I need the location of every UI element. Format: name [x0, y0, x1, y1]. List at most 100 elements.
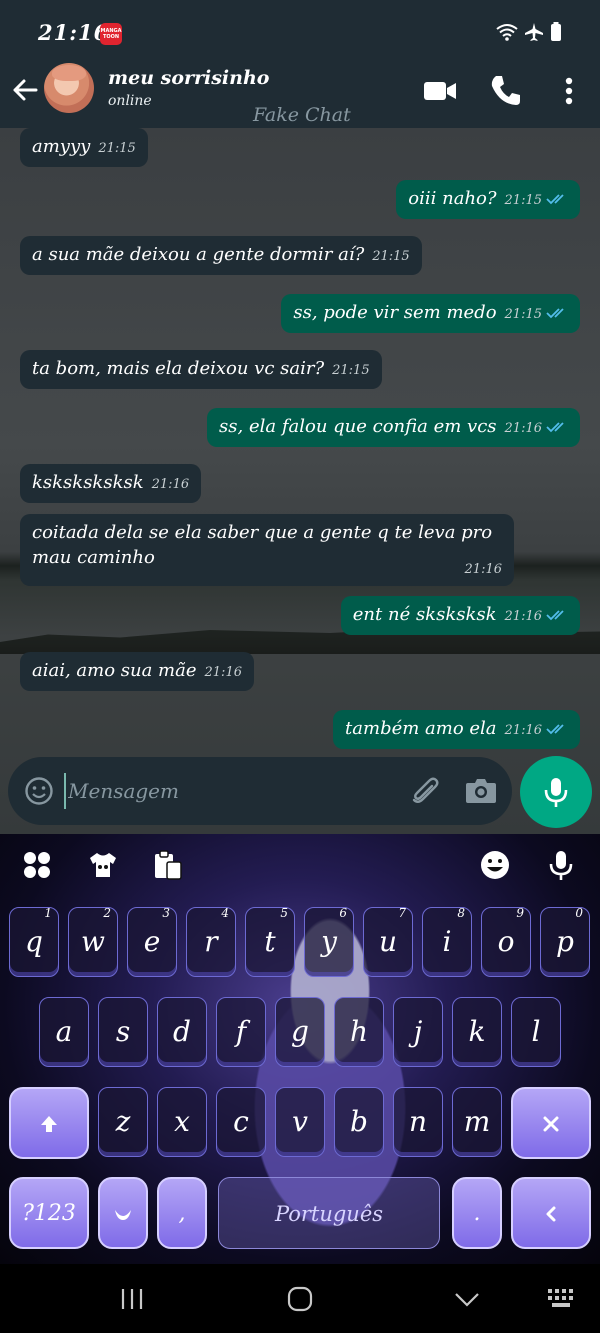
avatar[interactable] [44, 63, 94, 113]
key-m[interactable]: m [452, 1087, 502, 1157]
message-incoming[interactable]: aiai, amo sua mãe 21:16 [20, 652, 254, 691]
key-w[interactable]: 2w [68, 906, 118, 977]
key-d[interactable]: d [157, 997, 207, 1067]
space-bar[interactable]: Português [218, 1177, 440, 1249]
voice-message-button[interactable] [520, 756, 592, 828]
home-icon[interactable] [285, 1286, 315, 1312]
contact-name[interactable]: meu sorrisinho [108, 67, 269, 89]
keyboard-switch-icon[interactable] [546, 1286, 576, 1312]
key-y[interactable]: 6y [304, 906, 354, 977]
status-icons [496, 22, 562, 42]
enter-key[interactable] [511, 1177, 591, 1249]
paperclip-icon[interactable] [408, 774, 442, 808]
message-text: a sua mãe deixou a gente dormir aí? [32, 244, 365, 265]
app-badge-icon: MANGA TOON [100, 23, 122, 45]
message-text: também amo ela [345, 718, 497, 739]
message-incoming[interactable]: ta bom, mais ela deixou vc sair? 21:15 [20, 350, 382, 389]
contact-status: online [108, 93, 152, 109]
key-b[interactable]: b [334, 1087, 384, 1157]
backspace-icon [543, 1116, 559, 1132]
read-ticks-icon [546, 308, 564, 319]
message-text: coitada dela se ela saber que a gente q … [32, 522, 493, 568]
message-time: 21:16 [464, 562, 502, 577]
message-input[interactable] [64, 773, 384, 809]
message-outgoing[interactable]: ent né sksksksk 21:16 [340, 596, 580, 635]
message-text: ta bom, mais ela deixou vc sair? [32, 358, 325, 379]
shift-icon [41, 1116, 57, 1132]
message-outgoing[interactable]: também amo ela 21:16 [333, 710, 580, 749]
comma-key[interactable]: , [157, 1177, 207, 1249]
voice-input-icon[interactable] [544, 848, 578, 882]
chevron-down-icon[interactable] [452, 1286, 482, 1312]
key-f[interactable]: f [216, 997, 266, 1067]
message-time: 21:15 [504, 307, 542, 322]
clipboard-icon[interactable] [151, 848, 185, 882]
message-incoming[interactable]: coitada dela se ela saber que a gente q … [20, 514, 514, 586]
moon-key[interactable] [98, 1177, 148, 1249]
symbols-key[interactable]: ?123 [9, 1177, 89, 1249]
key-a[interactable]: a [39, 997, 89, 1067]
emoji-icon[interactable] [24, 776, 54, 806]
key-e[interactable]: 3e [127, 906, 177, 977]
message-incoming[interactable]: amyyy 21:15 [20, 128, 148, 167]
system-nav-bar [0, 1264, 600, 1333]
key-p[interactable]: 0p [540, 906, 590, 977]
key-v[interactable]: v [275, 1087, 325, 1157]
key-r[interactable]: 4r [186, 906, 236, 977]
message-text: aiai, amo sua mãe [32, 660, 197, 681]
key-h[interactable]: h [334, 997, 384, 1067]
message-time: 21:16 [204, 665, 242, 680]
shift-key[interactable] [9, 1087, 89, 1159]
battery-icon [551, 22, 561, 41]
message-outgoing[interactable]: oiii naho? 21:15 [396, 180, 580, 219]
chat-area[interactable]: amyyy 21:15 oiii naho? 21:15 a sua mãe dei… [0, 128, 600, 834]
read-ticks-icon [546, 724, 564, 735]
key-x[interactable]: x [157, 1087, 207, 1157]
key-o[interactable]: 9o [481, 906, 531, 977]
message-text: oiii naho? [408, 188, 497, 209]
key-u[interactable]: 7u [363, 906, 413, 977]
key-k[interactable]: k [452, 997, 502, 1067]
message-time: 21:15 [372, 249, 410, 264]
key-l[interactable]: l [511, 997, 561, 1067]
emoji-keyboard-icon[interactable] [478, 848, 512, 882]
status-time: 21:16 [38, 20, 110, 45]
key-z[interactable]: z [98, 1087, 148, 1157]
message-composer [8, 757, 512, 825]
key-n[interactable]: n [393, 1087, 443, 1157]
camera-icon[interactable] [464, 775, 498, 807]
message-incoming[interactable]: ksksksksksk 21:16 [20, 464, 202, 503]
message-time: 21:16 [151, 477, 190, 492]
keyboard: 1q 2w 3e 4r 5t 6y 7u 8i 9o 0p a s d f g … [0, 834, 600, 1264]
message-outgoing[interactable]: ss, pode vir sem medo 21:15 [281, 294, 580, 333]
back-arrow-icon[interactable] [10, 75, 40, 105]
message-text: amyyy [32, 136, 91, 157]
backspace-key[interactable] [511, 1087, 591, 1159]
microphone-icon [544, 778, 568, 807]
message-outgoing[interactable]: ss, ela falou que confia em vcs 21:16 [207, 408, 580, 447]
watermark: Fake Chat [253, 104, 351, 126]
chevron-left-icon [546, 1206, 556, 1222]
key-g[interactable]: g [275, 997, 325, 1067]
read-ticks-icon [546, 194, 564, 205]
more-options-icon[interactable] [550, 72, 588, 110]
message-text: ss, pode vir sem medo [293, 302, 497, 323]
key-q[interactable]: 1q [9, 906, 59, 977]
video-call-icon[interactable] [421, 72, 459, 110]
key-i[interactable]: 8i [422, 906, 472, 977]
phone-icon[interactable] [486, 72, 524, 110]
apps-grid-icon[interactable] [20, 848, 54, 882]
key-t[interactable]: 5t [245, 906, 295, 977]
period-key[interactable]: . [452, 1177, 502, 1249]
theme-shirt-icon[interactable] [86, 848, 120, 882]
message-text: ss, ela falou que confia em vcs [219, 416, 497, 437]
read-ticks-icon [546, 610, 564, 621]
message-incoming[interactable]: a sua mãe deixou a gente dormir aí? 21:15 [20, 236, 422, 275]
moon-icon [115, 1210, 131, 1220]
recent-apps-icon[interactable] [117, 1286, 147, 1312]
message-text: ksksksksksk [32, 472, 144, 493]
key-j[interactable]: j [393, 997, 443, 1067]
message-time: 21:16 [504, 421, 542, 436]
key-s[interactable]: s [98, 997, 148, 1067]
key-c[interactable]: c [216, 1087, 266, 1157]
